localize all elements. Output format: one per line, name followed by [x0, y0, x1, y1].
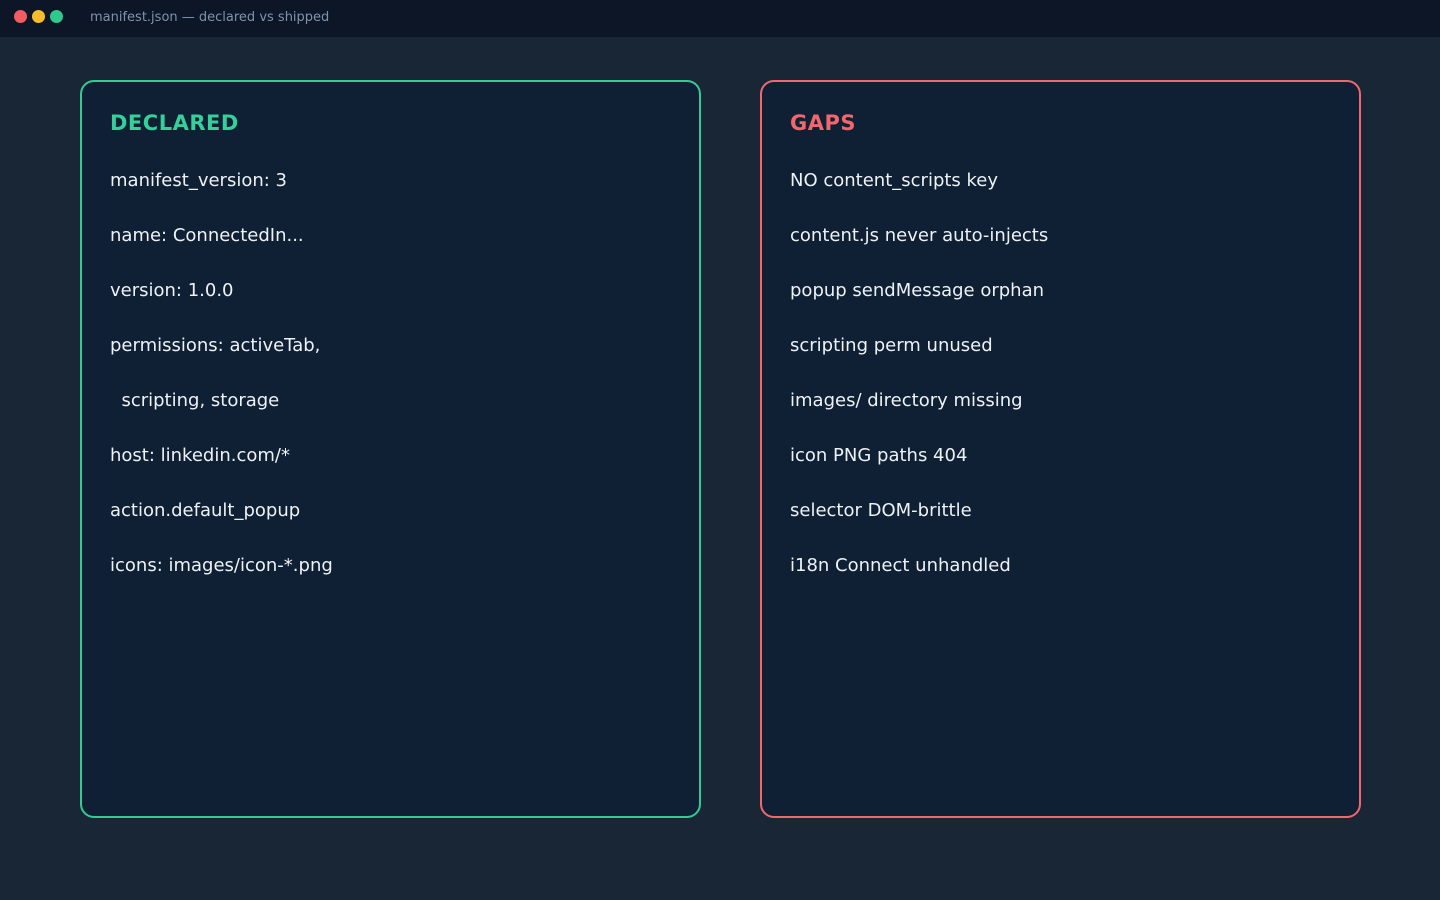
minimize-window-button[interactable] — [32, 10, 45, 23]
window-title: manifest.json — declared vs shipped — [90, 10, 330, 25]
declared-line: action.default_popup — [110, 500, 301, 521]
gaps-heading: GAPS — [790, 111, 857, 135]
close-window-button[interactable] — [14, 10, 27, 23]
gap-line: NO content_scripts key — [790, 170, 999, 191]
gap-line: icon PNG paths 404 — [790, 445, 968, 466]
declared-line: permissions: activeTab, — [110, 335, 321, 356]
declared-line: name: ConnectedIn... — [110, 225, 304, 246]
declared-line: icons: images/icon-*.png — [110, 555, 333, 576]
gap-line: popup sendMessage orphan — [790, 280, 1045, 301]
declared-line: manifest_version: 3 — [110, 170, 287, 191]
gaps-list: NO content_scripts key content.js never … — [790, 170, 1048, 610]
gap-line: scripting perm unused — [790, 335, 993, 356]
gap-line: images/ directory missing — [790, 390, 1023, 411]
declared-line: scripting, storage — [110, 390, 280, 411]
declared-heading: DECLARED — [110, 111, 239, 135]
gap-line: selector DOM-brittle — [790, 500, 972, 521]
declared-panel: DECLARED manifest_version: 3 name: Conne… — [80, 80, 701, 818]
gap-line: i18n Connect unhandled — [790, 555, 1011, 576]
gap-line: content.js never auto-injects — [790, 225, 1049, 246]
declared-line: host: linkedin.com/* — [110, 445, 290, 466]
window-titlebar: manifest.json — declared vs shipped — [0, 0, 1440, 37]
declared-line: version: 1.0.0 — [110, 280, 234, 301]
gaps-panel: GAPS NO content_scripts key content.js n… — [760, 80, 1361, 818]
declared-list: manifest_version: 3 name: ConnectedIn...… — [110, 170, 333, 610]
maximize-window-button[interactable] — [50, 10, 63, 23]
